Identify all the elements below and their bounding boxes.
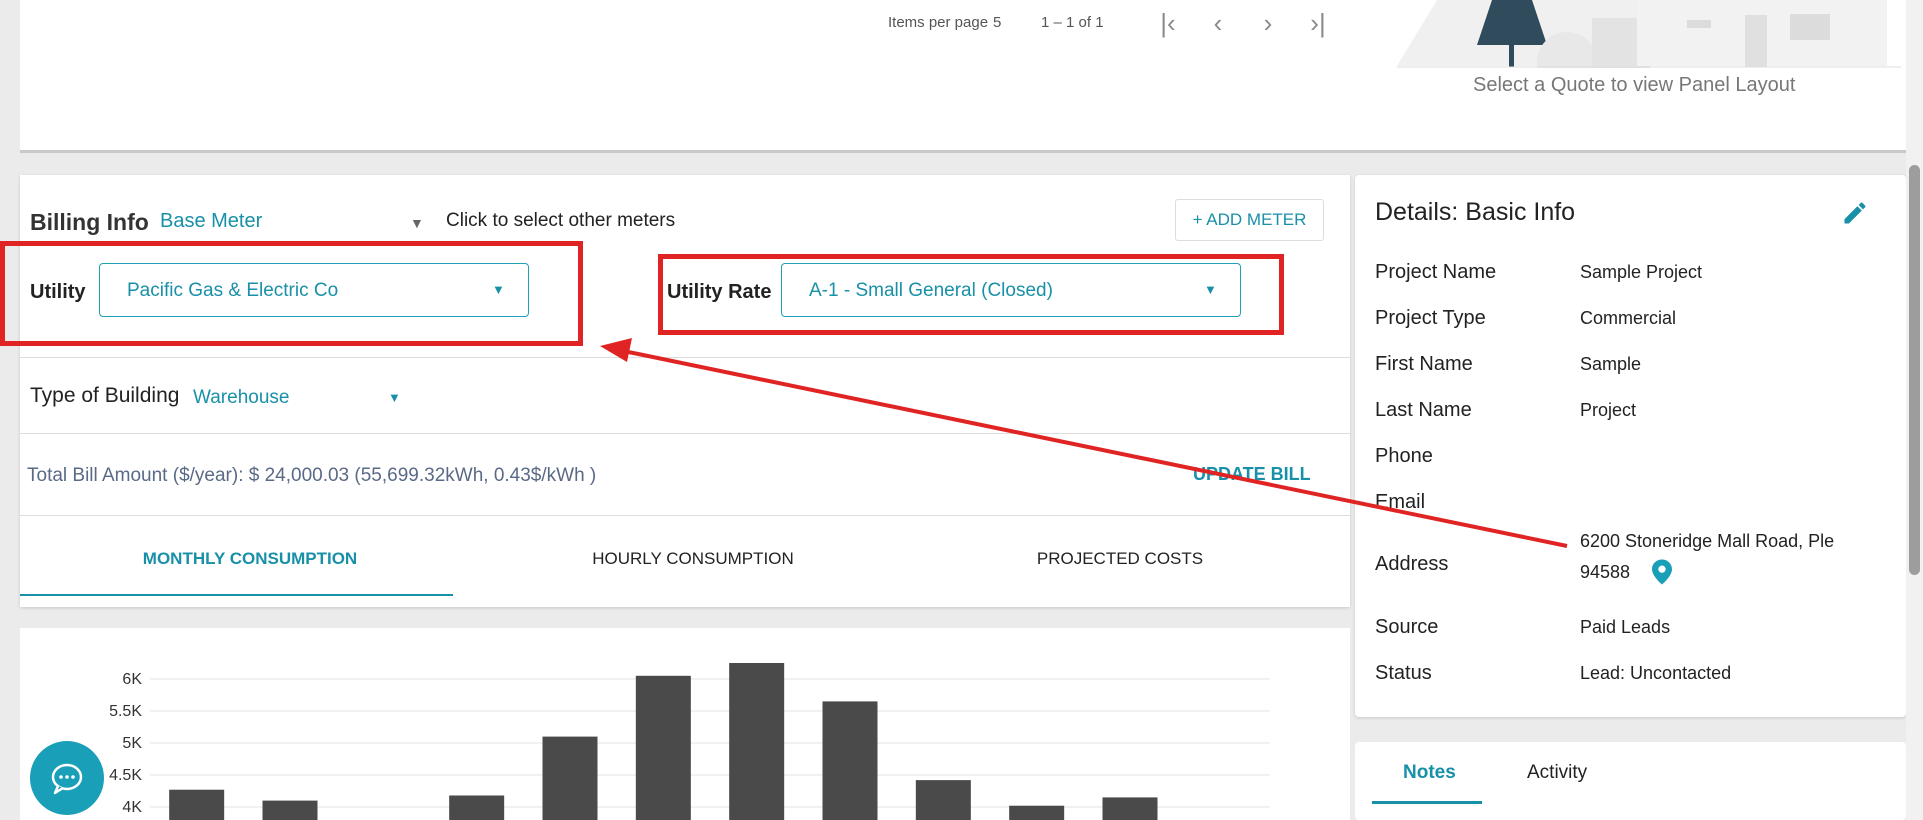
status-value: Lead: Uncontacted [1580, 663, 1732, 683]
edit-pencil-icon[interactable] [1841, 199, 1869, 227]
first-page-icon[interactable]: |‹ [1150, 8, 1186, 40]
tab-projected-costs[interactable]: PROJECTED COSTS [915, 549, 1325, 569]
first-name-label: First Name [1375, 353, 1473, 375]
billing-info-card: Billing Info Base Meter ▼ Click to selec… [20, 175, 1350, 607]
y-tick-label: 4.5K [109, 767, 142, 784]
utility-rate-highlight-box [658, 254, 1284, 335]
total-bill-summary: Total Bill Amount ($/year): $ 24,000.03 … [27, 465, 597, 486]
chart-bar[interactable] [729, 663, 785, 820]
chart-bar[interactable] [169, 789, 225, 820]
chart-bar[interactable] [822, 701, 878, 820]
divider [20, 515, 1350, 516]
details-card: Details: Basic Info Project Name Sample … [1355, 175, 1906, 717]
chevron-left-icon[interactable]: ‹ [1200, 8, 1236, 40]
project-type-label: Project Type [1375, 307, 1486, 329]
scrollbar-thumb[interactable] [1909, 165, 1920, 575]
chart-bar[interactable] [542, 736, 598, 820]
chart-bar[interactable] [449, 795, 505, 820]
chat-bubble-icon [51, 763, 83, 795]
email-label: Email [1375, 491, 1426, 513]
tab-notes[interactable]: Notes [1403, 762, 1456, 784]
status-label: Status [1375, 662, 1432, 684]
items-per-page-select[interactable]: 5 [993, 14, 1001, 31]
chevron-down-icon[interactable]: ▼ [410, 215, 424, 231]
chevron-down-icon[interactable]: ▼ [388, 390, 401, 405]
chart-bar[interactable] [262, 800, 318, 820]
items-per-page-label: Items per page [888, 14, 989, 31]
first-name-value: Sample [1580, 354, 1642, 374]
location-pin-icon[interactable] [1652, 559, 1672, 585]
address-line: 6200 Stoneridge Mall Road, Ple [1580, 531, 1835, 551]
chart-bar[interactable] [635, 675, 691, 820]
notes-activity-card: Notes Activity [1355, 742, 1906, 820]
active-tab-indicator [20, 594, 453, 596]
y-tick-label: 6K [122, 671, 142, 688]
pager-range: 1 – 1 of 1 [1041, 14, 1104, 31]
chart-bar[interactable] [915, 780, 971, 820]
divider [20, 433, 1350, 434]
meter-select[interactable]: Base Meter [160, 210, 262, 233]
add-meter-button[interactable]: + ADD METER [1175, 199, 1324, 241]
last-name-value: Project [1580, 400, 1637, 420]
project-name-label: Project Name [1375, 261, 1497, 283]
divider [20, 357, 1350, 358]
tab-monthly-consumption[interactable]: MONTHLY CONSUMPTION [45, 549, 455, 569]
chart-bar[interactable] [1009, 805, 1065, 820]
y-tick-label: 5K [122, 735, 142, 752]
address-label: Address [1375, 553, 1449, 575]
billing-info-title: Billing Info [30, 209, 149, 235]
chevron-right-icon[interactable]: › [1250, 8, 1286, 40]
source-label: Source [1375, 616, 1439, 638]
project-type-value: Commercial [1580, 308, 1677, 328]
active-tab-indicator [1372, 801, 1482, 804]
address-zip: 94588 [1580, 562, 1631, 582]
address-value: 6200 Stoneridge Mall Road, Ple 94588 [1580, 531, 1835, 601]
tab-hourly-consumption[interactable]: HOURLY CONSUMPTION [488, 549, 898, 569]
y-tick-label: 4K [122, 799, 142, 816]
source-value: Paid Leads [1580, 617, 1671, 637]
project-name-value: Sample Project [1580, 262, 1703, 282]
panel-layout-illustration [1397, 0, 1901, 68]
monthly-consumption-chart: 4K 4.5K 5K 5.5K 6K [20, 628, 1350, 820]
utility-highlight-box [0, 241, 583, 346]
last-page-icon[interactable]: ›| [1300, 8, 1336, 40]
panel-layout-caption: Select a Quote to view Panel Layout [1473, 74, 1796, 96]
quotes-panel: Items per page 5 1 – 1 of 1 |‹ ‹ › ›| Se… [20, 0, 1906, 153]
update-bill-button[interactable]: UPDATE BILL [1193, 464, 1311, 485]
phone-label: Phone [1375, 445, 1433, 467]
chart-canvas: 4K 4.5K 5K 5.5K 6K [109, 663, 1270, 820]
meter-hint: Click to select other meters [446, 210, 676, 231]
building-type-select[interactable]: Warehouse [193, 387, 289, 409]
chart-bar[interactable] [1102, 797, 1158, 820]
tab-activity[interactable]: Activity [1527, 762, 1587, 784]
chat-button[interactable] [30, 741, 104, 815]
last-name-label: Last Name [1375, 399, 1472, 421]
details-title: Details: Basic Info [1375, 198, 1576, 226]
y-tick-label: 5.5K [109, 703, 142, 720]
building-type-label: Type of Building [30, 384, 180, 407]
